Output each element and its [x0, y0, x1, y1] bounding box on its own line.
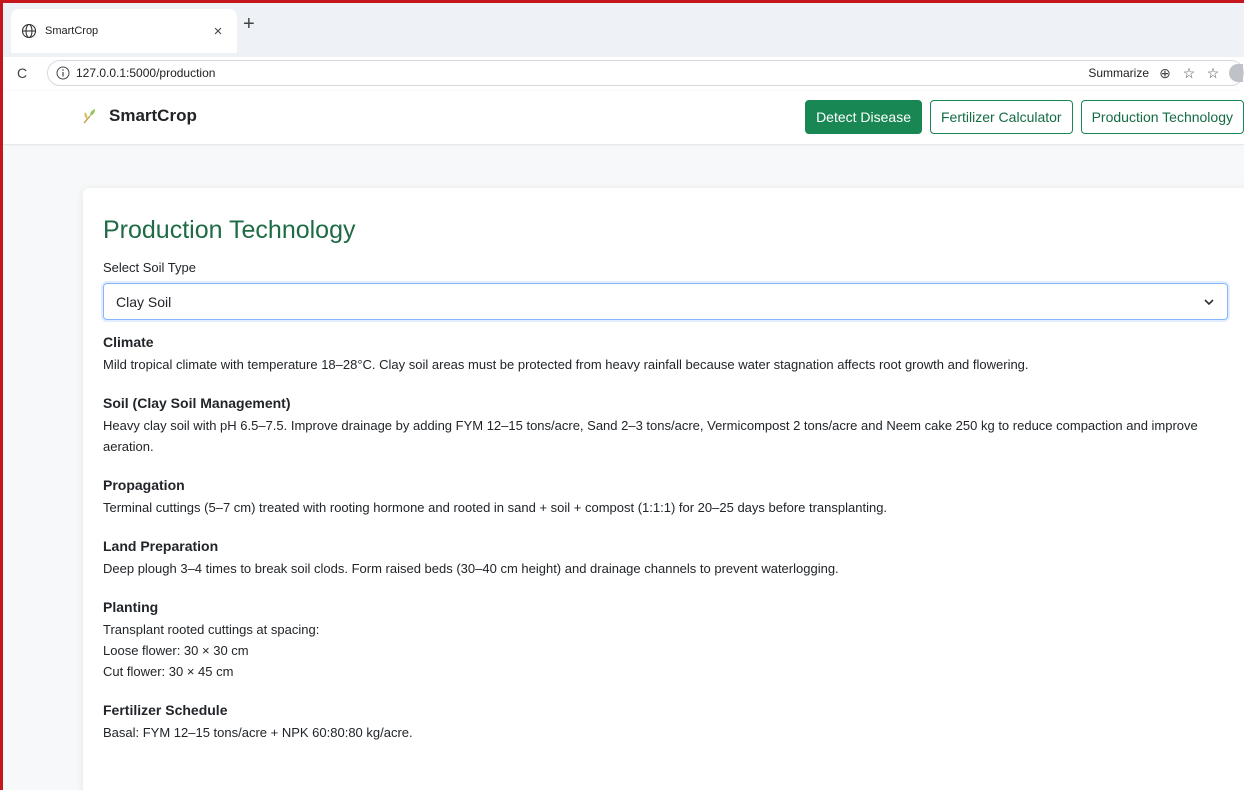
detect-disease-button[interactable]: Detect Disease [805, 100, 922, 134]
summarize-button[interactable]: Summarize [1088, 66, 1149, 80]
fertilizer-calculator-button[interactable]: Fertilizer Calculator [930, 100, 1073, 134]
section-heading: Soil (Clay Soil Management) [103, 395, 291, 411]
profile-avatar[interactable] [1229, 64, 1243, 82]
address-bar[interactable]: 127.0.0.1:5000/production Summarize ⊕ ☆ … [47, 60, 1244, 86]
close-icon[interactable]: × [209, 23, 227, 40]
chevron-down-icon [1204, 298, 1214, 305]
section-propagation: Propagation Terminal cuttings (5–7 cm) t… [103, 477, 1228, 518]
section-text: Basal: FYM 12–15 tons/acre + NPK 60:80:8… [103, 725, 413, 740]
brand[interactable]: SmartCrop [81, 106, 197, 126]
production-technology-button[interactable]: Production Technology [1080, 100, 1244, 134]
section-planting: Planting Transplant rooted cuttings at s… [103, 599, 1228, 682]
section-text: Transplant rooted cuttings at spacing: [103, 622, 320, 637]
soil-type-select[interactable]: Clay Soil [103, 283, 1228, 320]
browser-window: SmartCrop × + C 127.0.0.1:5000/productio… [0, 0, 1244, 790]
section-heading: Propagation [103, 477, 185, 493]
leaf-icon [83, 109, 95, 124]
section-text: Mild tropical climate with temperature 1… [103, 357, 1029, 372]
favorites-icon[interactable]: ☆ [1201, 65, 1225, 82]
new-tab-button[interactable]: + [243, 13, 255, 36]
section-heading: Fertilizer Schedule [103, 702, 228, 718]
soil-type-label: Select Soil Type [103, 260, 196, 275]
section-heading: Climate [103, 334, 154, 350]
section-text: Terminal cuttings (5–7 cm) treated with … [103, 500, 888, 515]
address-bar-row: C 127.0.0.1:5000/production Summarize ⊕ … [3, 57, 1244, 89]
nav-buttons: Detect Disease Fertilizer Calculator Pro… [805, 100, 1244, 134]
section-text: Cut flower: 30 × 45 cm [103, 664, 234, 679]
globe-icon [21, 23, 37, 39]
section-text: Loose flower: 30 × 30 cm [103, 643, 249, 658]
star-icon[interactable]: ☆ [1177, 65, 1201, 82]
section-fertilizer-schedule: Fertilizer Schedule Basal: FYM 12–15 ton… [103, 702, 1228, 743]
page-title: Production Technology [103, 216, 356, 244]
site-navbar: SmartCrop Detect Disease Fertilizer Calc… [3, 91, 1244, 145]
url-text[interactable]: 127.0.0.1:5000/production [76, 66, 1088, 80]
reload-icon[interactable]: C [17, 65, 37, 81]
copilot-icon[interactable]: ⊕ [1153, 65, 1177, 82]
brand-name: SmartCrop [109, 106, 197, 125]
section-heading: Land Preparation [103, 538, 219, 554]
section-text: Heavy clay soil with pH 6.5–7.5. Improve… [103, 418, 1198, 454]
section-climate: Climate Mild tropical climate with tempe… [103, 334, 1228, 375]
section-soil: Soil (Clay Soil Management) Heavy clay s… [103, 395, 1228, 457]
soil-type-value: Clay Soil [116, 293, 172, 310]
section-land-preparation: Land Preparation Deep plough 3–4 times t… [103, 538, 1228, 579]
section-heading: Planting [103, 599, 159, 615]
browser-tab[interactable]: SmartCrop × [11, 9, 237, 53]
tab-title: SmartCrop [45, 25, 99, 37]
tab-strip: SmartCrop × + [3, 3, 1244, 57]
info-icon[interactable] [56, 66, 70, 80]
section-text: Deep plough 3–4 times to break soil clod… [103, 561, 839, 576]
production-card: Production Technology Select Soil Type C… [83, 188, 1244, 790]
